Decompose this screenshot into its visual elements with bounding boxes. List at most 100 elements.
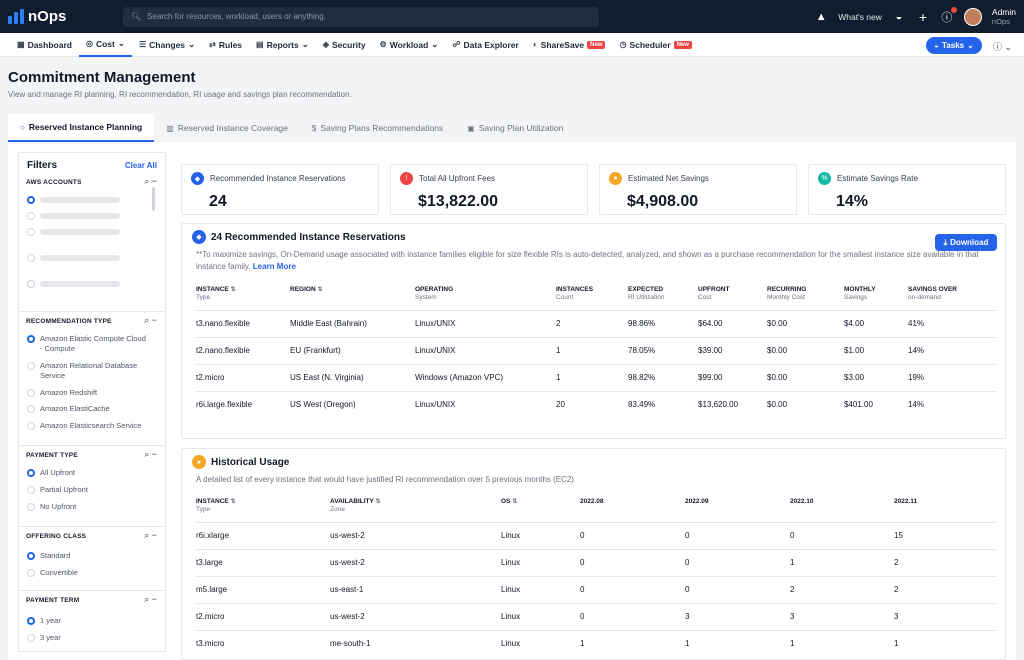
learn-more-link[interactable]: Learn More	[253, 262, 296, 271]
radio[interactable]	[27, 280, 35, 288]
payment-type-option[interactable]: All Upfront	[27, 468, 75, 478]
radio[interactable]	[27, 405, 35, 413]
table-cell: 1	[685, 629, 790, 657]
offering-class-option[interactable]: Convertible	[27, 568, 78, 578]
tasks-button[interactable]: ◒ Tasks ⌄	[926, 37, 982, 54]
app-logo[interactable]: nOps	[8, 8, 118, 25]
rec-option[interactable]: Amazon Redshift	[27, 388, 97, 398]
tab-sp-utilization[interactable]: ▣ Saving Plan Utilization	[455, 114, 575, 142]
search-bar[interactable]: 🔍︎ Search for resources, workload, users…	[123, 6, 599, 27]
nav-cost[interactable]: ◎ Cost ⌄	[78, 33, 132, 57]
payment-term-option[interactable]: 3 year	[27, 633, 61, 643]
rec-option[interactable]: Amazon ElastiCache	[27, 404, 110, 414]
col-os[interactable]: OS ⇅	[501, 498, 580, 522]
radio[interactable]	[27, 362, 35, 370]
table-row[interactable]: t3.micro me-south-1 Linux 1 1 1 1	[196, 629, 996, 657]
table-row[interactable]: t3.large us-west-2 Linux 0 0 1 2	[196, 548, 996, 576]
nav-changes[interactable]: ☰ Changes ⌄	[132, 33, 202, 57]
tab-sp-recommendations[interactable]: $ Saving Plans Recommendations	[300, 114, 455, 142]
col-monthly[interactable]: MONTHLY Savings	[844, 286, 908, 310]
user-menu[interactable]: Admin nOps	[992, 7, 1016, 27]
offering-class-option[interactable]: Standard	[27, 551, 70, 561]
col-month[interactable]: 2022.10	[790, 498, 894, 522]
payment-term-option[interactable]: 1 year	[27, 616, 61, 626]
help-icon[interactable]: ⓘ ⌄	[993, 40, 1012, 53]
app-name: nOps	[28, 8, 67, 25]
rec-option[interactable]: Amazon Elastic Compute Cloud - Compute	[27, 334, 147, 354]
search-icon[interactable]: ⌕ −	[144, 315, 157, 326]
table-row[interactable]: t3.nano.flexible Middle East (Bahrain) Lin…	[196, 309, 996, 337]
avatar[interactable]	[963, 7, 982, 26]
bell-icon[interactable]: ◒	[892, 10, 906, 24]
account-option[interactable]	[27, 195, 120, 204]
col-region[interactable]: REGION ⇅	[290, 286, 415, 310]
table-row[interactable]: t2.micro us-west-2 Linux 0 3 3 3	[196, 602, 996, 630]
table-row[interactable]: r6i.xlarge us-west-2 Linux 0 0 0 15	[196, 521, 996, 549]
account-option[interactable]	[27, 227, 120, 236]
radio[interactable]	[27, 486, 35, 494]
nav-rules[interactable]: ⇄ Rules	[202, 33, 249, 57]
radio[interactable]	[27, 212, 35, 220]
clear-all-button[interactable]: Clear All	[125, 161, 157, 170]
table-row[interactable]: t2.nano.flexible EU (Frankfurt) Linux/UNIX…	[196, 336, 996, 364]
scrollbar[interactable]	[152, 187, 155, 211]
card-value: 14%	[836, 193, 869, 210]
tab-label: Saving Plans Recommendations	[320, 123, 444, 133]
search-icon[interactable]: ⌕ −	[144, 594, 157, 605]
radio[interactable]	[27, 569, 35, 577]
nav-sharesave[interactable]: ◐ ShareSave New	[526, 33, 613, 57]
col-recurring[interactable]: RECURRING Monthly Cost	[767, 286, 844, 310]
search-input[interactable]: Search for resources, workload, users or…	[147, 12, 326, 21]
nav-reports[interactable]: ▤ Reports ⌄	[249, 33, 316, 57]
search-icon[interactable]: ⌕ −	[144, 176, 157, 187]
tab-ri-coverage[interactable]: ▥ Reserved Instance Coverage	[154, 114, 300, 142]
radio[interactable]	[27, 254, 35, 262]
col-upfront[interactable]: UPFRONT Cost	[698, 286, 767, 310]
col-instance[interactable]: INSTANCE ⇅ Type	[196, 286, 290, 310]
savings-icon: ●	[609, 172, 622, 185]
tab-ri-planning[interactable]: ○ Reserved Instance Planning	[8, 114, 155, 142]
radio[interactable]	[27, 228, 35, 236]
col-month[interactable]: 2022.11	[894, 498, 996, 522]
radio[interactable]	[27, 552, 35, 560]
account-option[interactable]	[27, 211, 120, 220]
col-month[interactable]: 2022.08	[580, 498, 685, 522]
rec-option[interactable]: Amazon Elasticsearch Service	[27, 421, 141, 431]
col-zone[interactable]: AVAILABILITY ⇅ Zone	[330, 498, 501, 522]
radio[interactable]	[27, 634, 35, 642]
radio[interactable]	[27, 196, 35, 204]
radio[interactable]	[27, 335, 35, 343]
plus-icon[interactable]: +	[916, 9, 930, 25]
account-option[interactable]	[27, 279, 120, 288]
search-icon[interactable]: ⌕ −	[144, 530, 157, 541]
radio[interactable]	[27, 617, 35, 625]
account-option[interactable]	[27, 253, 120, 262]
radio[interactable]	[27, 422, 35, 430]
col-count[interactable]: INSTANCES Count	[556, 286, 628, 310]
radio[interactable]	[27, 503, 35, 511]
flame-icon[interactable]: ▲	[814, 10, 828, 24]
payment-type-option[interactable]: No Upfront	[27, 502, 76, 512]
payment-type-option[interactable]: Partial Upfront	[27, 485, 88, 495]
nav-data-explorer[interactable]: ☍ Data Explorer	[445, 33, 525, 57]
table-cell: 19%	[908, 363, 996, 391]
radio[interactable]	[27, 469, 35, 477]
table-row[interactable]: t2.micro US East (N. Virginia) Windows (Am…	[196, 363, 996, 391]
table-row[interactable]: r6i.large.flexible US West (Oregon) Linux/…	[196, 390, 996, 418]
search-icon[interactable]: ⌕ −	[144, 449, 157, 460]
col-savings[interactable]: SAVINGS OVER on-demand	[908, 286, 996, 310]
col-month[interactable]: 2022.09	[685, 498, 790, 522]
nav-label: Data Explorer	[463, 39, 519, 50]
radio[interactable]	[27, 389, 35, 397]
col-os[interactable]: OPERATING System	[415, 286, 556, 310]
nav-dashboard[interactable]: ▦ Dashboard	[10, 33, 79, 57]
nav-scheduler[interactable]: ◷ Scheduler New	[612, 33, 698, 57]
whats-new-link[interactable]: What's new	[838, 12, 882, 22]
rec-option[interactable]: Amazon Relational Database Service	[27, 361, 147, 381]
nav-security[interactable]: ◈ Security	[316, 33, 373, 57]
nav-workload[interactable]: ⚙ Workload ⌄	[373, 33, 446, 57]
table-row[interactable]: m5.large us-east-1 Linux 0 0 2 2	[196, 575, 996, 603]
col-utilization[interactable]: EXPECTED RI Utilization	[628, 286, 698, 310]
col-instance[interactable]: INSTANCE ⇅ Type	[196, 498, 330, 522]
info-icon[interactable]: ⓘ	[940, 6, 957, 24]
